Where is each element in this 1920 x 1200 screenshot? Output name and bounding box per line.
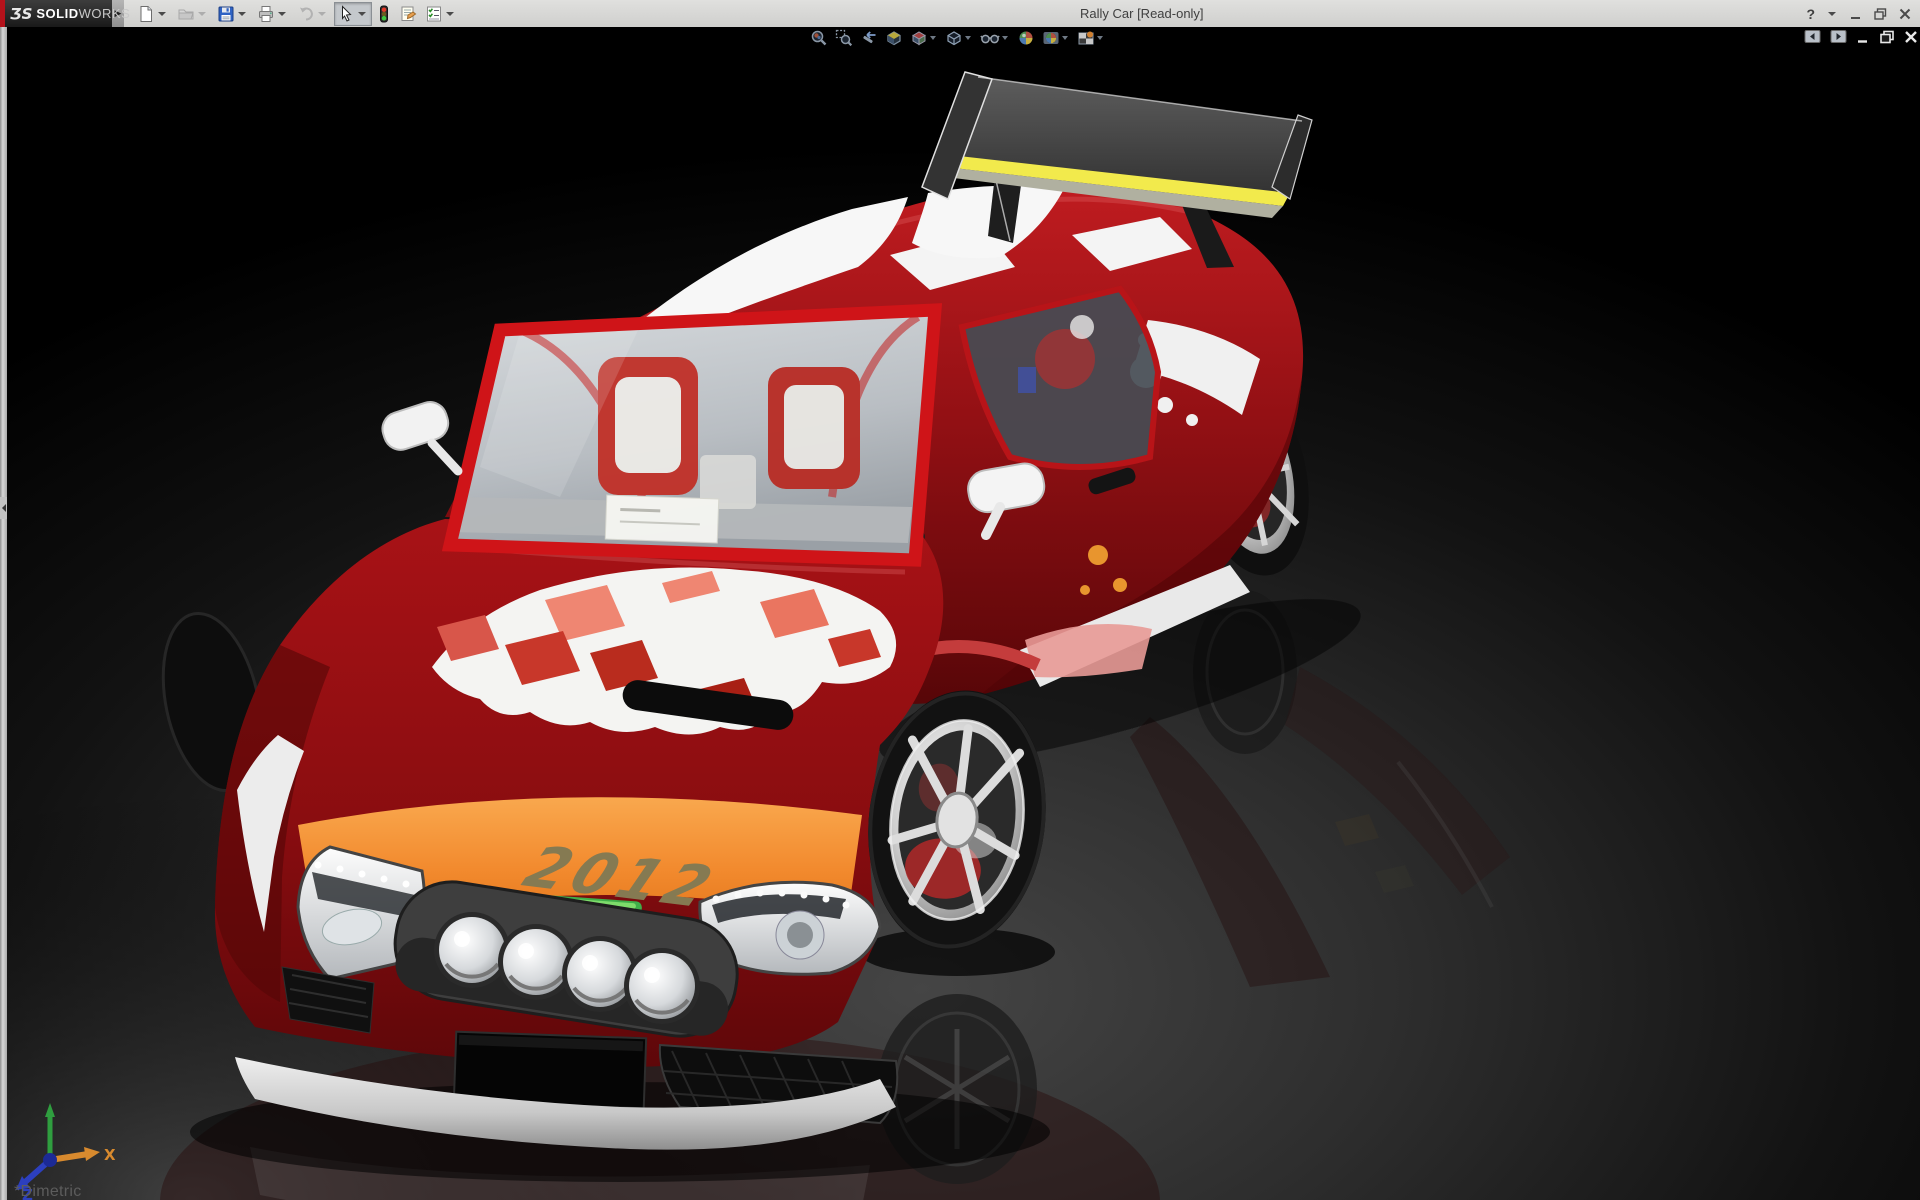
zoom-to-fit-button[interactable] (808, 28, 830, 48)
print-icon (257, 5, 275, 23)
doc-close-button[interactable] (1904, 30, 1918, 44)
select-cursor-icon (337, 5, 355, 23)
solidworks-logo: ƷS SOLID WORKS (0, 0, 112, 27)
graphics-area[interactable]: 2012 (0, 27, 1920, 1200)
open-icon (177, 5, 195, 23)
rebuild-button[interactable] (374, 2, 394, 26)
options-button[interactable] (422, 2, 460, 26)
window-title: Rally Car [Read-only] (1080, 0, 1204, 27)
view-orientation-dropdown[interactable] (930, 36, 936, 40)
display-style-dropdown[interactable] (965, 36, 971, 40)
app-restore-button[interactable] (1873, 7, 1888, 21)
previous-view-icon (860, 29, 878, 47)
doc-restore-button[interactable] (1879, 30, 1895, 44)
file-properties-button[interactable] (396, 2, 420, 26)
titlebar-controls: ? (1806, 0, 1912, 27)
doc-close-icon (1904, 30, 1918, 44)
pane-left-toggle-button[interactable] (1804, 29, 1821, 44)
options-dropdown-arrow[interactable] (446, 12, 454, 16)
open-dropdown-arrow[interactable] (198, 12, 206, 16)
apply-scene-button[interactable] (1040, 28, 1072, 48)
pane-right-icon (1830, 29, 1847, 44)
section-view-button[interactable] (883, 28, 905, 48)
edit-appearance-icon (1017, 29, 1035, 47)
triad-x-label: X (104, 1146, 116, 1164)
print-dropdown-arrow[interactable] (278, 12, 286, 16)
headsup-view-toolbar (808, 28, 1107, 48)
view-orientation-icon (910, 29, 928, 47)
zoom-to-fit-icon (810, 29, 828, 47)
doc-restore-icon (1879, 30, 1895, 44)
new-dropdown-arrow[interactable] (158, 12, 166, 16)
hide-show-items-button[interactable] (978, 28, 1012, 48)
options-icon (425, 5, 443, 23)
view-orientation-label: *Dimetric (14, 1183, 82, 1200)
pane-left-icon (1804, 29, 1821, 44)
brand-name-light: WORKS (79, 6, 131, 21)
main-toolbar (134, 2, 460, 26)
new-document-icon (137, 5, 155, 23)
help-button[interactable]: ? (1806, 6, 1815, 22)
hide-show-items-dropdown[interactable] (1002, 36, 1008, 40)
view-settings-button[interactable] (1075, 28, 1107, 48)
hide-show-items-icon (980, 29, 1000, 47)
edit-appearance-button[interactable] (1015, 28, 1037, 48)
new-document-button[interactable] (134, 2, 172, 26)
doc-minimize-button[interactable] (1856, 30, 1870, 44)
view-settings-dropdown[interactable] (1097, 36, 1103, 40)
open-button[interactable] (174, 2, 212, 26)
feature-manager-splitter[interactable] (0, 27, 7, 1200)
dassault-3s-mark: ƷS (10, 5, 32, 23)
brand-name-bold: SOLID (36, 6, 78, 21)
doc-minimize-icon (1856, 30, 1870, 44)
splitter-collapse-arrow[interactable] (0, 497, 7, 519)
section-view-icon (885, 29, 903, 47)
zoom-to-area-icon (835, 29, 853, 47)
document-window-controls (1804, 29, 1918, 44)
traffic-light-icon (377, 5, 391, 23)
view-settings-icon (1077, 29, 1095, 47)
previous-view-button[interactable] (858, 28, 880, 48)
3d-viewport[interactable]: 2012 (0, 27, 1920, 1200)
windshield (450, 310, 935, 560)
select-dropdown-arrow[interactable] (358, 12, 366, 16)
print-button[interactable] (254, 2, 292, 26)
display-style-icon (945, 29, 963, 47)
title-bar: ƷS SOLID WORKS ▶ (0, 0, 1920, 27)
pane-right-toggle-button[interactable] (1830, 29, 1847, 44)
save-dropdown-arrow[interactable] (238, 12, 246, 16)
app-minimize-button[interactable] (1849, 7, 1863, 21)
file-properties-icon (399, 5, 417, 23)
select-button[interactable] (334, 2, 372, 26)
apply-scene-dropdown[interactable] (1062, 36, 1068, 40)
app-close-button[interactable] (1898, 7, 1912, 21)
save-icon (217, 5, 235, 23)
undo-icon (297, 5, 315, 23)
view-orientation-button[interactable] (908, 28, 940, 48)
zoom-to-area-button[interactable] (833, 28, 855, 48)
save-button[interactable] (214, 2, 252, 26)
undo-button[interactable] (294, 2, 332, 26)
apply-scene-icon (1042, 29, 1060, 47)
brand-red-stripe (0, 0, 5, 27)
help-dropdown-arrow[interactable] (1828, 12, 1836, 16)
undo-dropdown-arrow[interactable] (318, 12, 326, 16)
display-style-button[interactable] (943, 28, 975, 48)
